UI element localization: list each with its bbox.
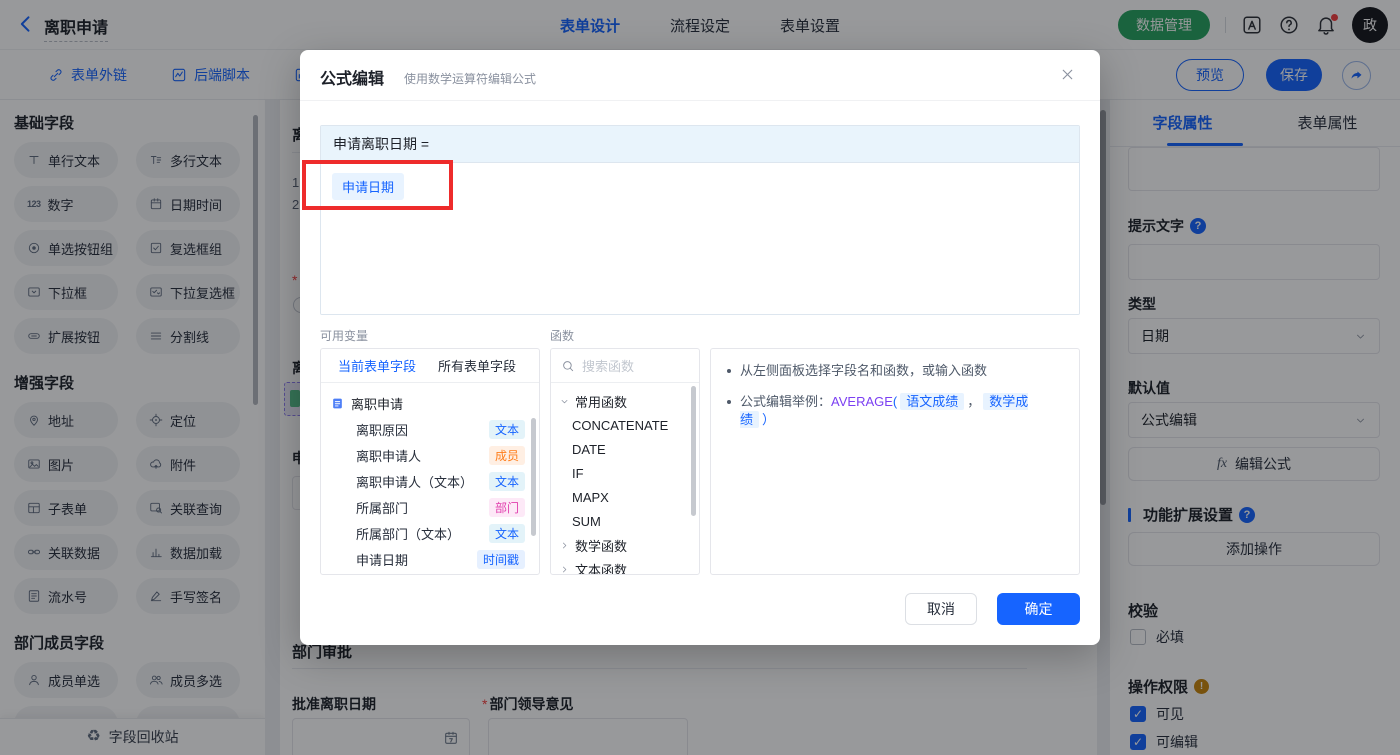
search-placeholder: 搜索函数	[582, 359, 635, 374]
variable-root[interactable]: 离职申请	[331, 390, 531, 416]
function-item-MAPX[interactable]: MAPX	[551, 485, 699, 509]
variable-type-badge: 文本	[488, 523, 525, 543]
function-search-input[interactable]: 搜索函数	[551, 349, 699, 383]
variable-list: 离职申请 离职原因 文本 离职申请人 成员 离职申请人（文本） 文本 所属部门 部门 所属部门（…	[321, 383, 539, 572]
function-item-CONCATENATE[interactable]: CONCATENATE	[551, 413, 699, 437]
variables-tabs: 当前表单字段 所有表单字段	[321, 349, 539, 383]
variable-row-离职申请人（文本）[interactable]: 离职申请人（文本） 文本	[331, 468, 531, 494]
variable-row-申请日期[interactable]: 申请日期 时间戳	[331, 546, 531, 572]
function-item-IF[interactable]: IF	[551, 461, 699, 485]
variables-panel: 当前表单字段 所有表单字段 离职申请 离职原因 文本 离职申请人 成员 离职申请人（文本）…	[320, 348, 540, 575]
function-group-label: 常用函数	[575, 394, 628, 410]
hint-line-1: 从左侧面板选择字段名和函数，或输入函数	[727, 362, 1063, 380]
functions-panel: 搜索函数 常用函数 CONCATENATE DATE IF MAPX SUM 数学函数文本函…	[550, 348, 700, 575]
divider	[300, 100, 1100, 101]
chevron-right-icon	[559, 540, 570, 551]
variable-row-离职原因[interactable]: 离职原因 文本	[331, 416, 531, 442]
variable-row-所属部门（文本）[interactable]: 所属部门（文本） 文本	[331, 520, 531, 546]
variable-name: 申请日期	[356, 552, 409, 568]
formula-edit-modal: 公式编辑 使用数学运算符编辑公式 申请离职日期 = 申请日期 可用变量 当前表单…	[300, 50, 1100, 645]
variables-scrollbar[interactable]	[531, 418, 536, 536]
variable-row-离职申请人[interactable]: 离职申请人 成员	[331, 442, 531, 468]
variables-tab-当前表单字段[interactable]: 当前表单字段	[338, 356, 416, 375]
function-group-label: 数学函数	[575, 538, 628, 554]
modal-subtitle: 使用数学运算符编辑公式	[404, 72, 537, 86]
function-group-常用函数[interactable]: 常用函数	[551, 389, 699, 413]
bullet	[727, 369, 731, 373]
cancel-button[interactable]: 取消	[905, 593, 977, 625]
variables-label: 可用变量	[320, 329, 369, 343]
formula-target: 申请离职日期 =	[321, 126, 1079, 163]
variable-name: 所属部门	[356, 500, 409, 516]
variable-name: 离职申请人（文本）	[356, 474, 474, 490]
variable-type-badge: 部门	[488, 497, 525, 517]
modal-title: 公式编辑	[320, 71, 385, 88]
hint-line-2: 公式编辑举例：AVERAGE(语文成绩，数学成绩）	[727, 393, 1063, 429]
function-group-文本函数[interactable]: 文本函数	[551, 557, 699, 575]
variable-name: 离职原因	[356, 422, 409, 438]
bullet	[727, 400, 731, 405]
functions-label: 函数	[550, 329, 575, 343]
function-group-数学函数[interactable]: 数学函数	[551, 533, 699, 557]
functions-scrollbar[interactable]	[691, 386, 696, 516]
chevron-right-icon	[559, 564, 570, 575]
variables-tab-所有表单字段[interactable]: 所有表单字段	[438, 356, 516, 375]
confirm-button[interactable]: 确定	[997, 593, 1080, 625]
variable-type-badge: 成员	[488, 445, 525, 465]
variable-type-badge: 文本	[488, 419, 525, 439]
hint-panel: 从左侧面板选择字段名和函数，或输入函数 公式编辑举例：AVERAGE(语文成绩，…	[710, 348, 1080, 575]
variable-name: 所属部门（文本）	[356, 526, 461, 542]
example-function-name: AVERAGE	[831, 394, 893, 410]
close-icon[interactable]	[1059, 66, 1076, 83]
variable-row-所属部门[interactable]: 所属部门 部门	[331, 494, 531, 520]
function-group-label: 文本函数	[575, 562, 628, 575]
formula-input-area[interactable]: 申请日期	[321, 163, 1079, 314]
form-doc-icon	[331, 397, 344, 410]
formula-token[interactable]: 申请日期	[332, 173, 405, 200]
chevron-down-icon	[559, 396, 570, 407]
variable-root-label: 离职申请	[351, 396, 404, 412]
search-icon	[561, 359, 575, 373]
example-arg-tag: 语文成绩	[900, 393, 965, 411]
function-item-DATE[interactable]: DATE	[551, 437, 699, 461]
variable-type-badge: 文本	[488, 471, 525, 491]
variable-name: 离职申请人	[356, 448, 422, 464]
formula-editor: 申请离职日期 = 申请日期	[320, 125, 1080, 315]
app-root: 离职申请 表单设计流程设定表单设置 数据管理 政 表单外链后端脚本数据权 预览 …	[0, 0, 1400, 755]
function-list: 常用函数 CONCATENATE DATE IF MAPX SUM 数学函数文本函数	[551, 383, 699, 575]
function-item-SUM[interactable]: SUM	[551, 509, 699, 533]
variable-type-badge: 时间戳	[476, 549, 525, 569]
